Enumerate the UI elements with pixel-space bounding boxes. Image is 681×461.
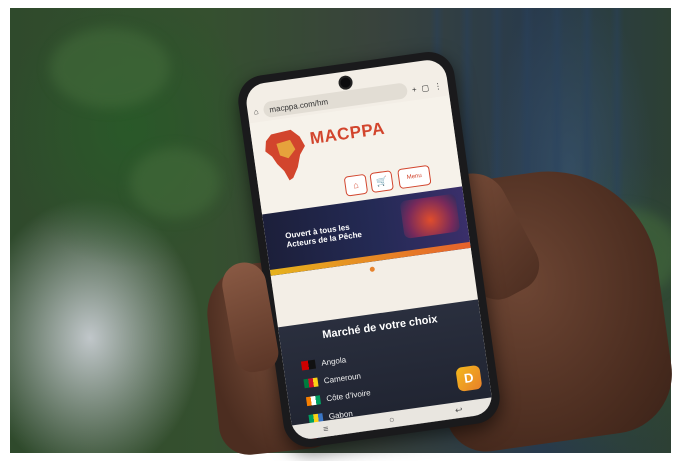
- plus-icon[interactable]: +: [411, 84, 417, 94]
- foliage: [130, 148, 220, 218]
- banner-headline: Ouvert à tous les Acteurs de la Pêche: [284, 222, 363, 250]
- africa-logo-icon: [265, 129, 305, 181]
- app-badge-icon[interactable]: D: [455, 364, 483, 392]
- url-text: macppa.com/hm: [268, 96, 329, 114]
- recents-icon[interactable]: ≡: [322, 423, 329, 434]
- carousel-dot-active[interactable]: [368, 265, 375, 272]
- home-button[interactable]: ⌂: [343, 173, 369, 197]
- tabs-icon[interactable]: ▢: [421, 83, 430, 93]
- more-vert-icon[interactable]: ⋮: [433, 81, 442, 91]
- home-nav-icon[interactable]: ○: [388, 414, 395, 425]
- country-name: Cameroun: [323, 370, 362, 386]
- market-section: Marché de votre choix Angola Cameroun Côte…: [277, 299, 494, 442]
- flag-icon: [303, 376, 319, 388]
- cart-icon: 🛒: [375, 175, 388, 187]
- foliage: [50, 28, 170, 108]
- brand-logo: MACPPA: [308, 118, 387, 149]
- country-name: Angola: [320, 354, 347, 368]
- flag-icon: [300, 359, 316, 370]
- home-icon[interactable]: ⌂: [253, 107, 259, 117]
- back-icon[interactable]: ↩: [454, 404, 463, 416]
- menu-button[interactable]: Menu: [397, 164, 432, 190]
- banner-image: [399, 193, 461, 239]
- country-name: Côte d'Ivoire: [325, 387, 372, 403]
- cart-button[interactable]: 🛒: [369, 170, 394, 194]
- phone-screen: ⌂ macppa.com/hm + ▢ ⋮ MACPPA ⌂ 🛒 Menu Ou…: [244, 57, 494, 442]
- home-icon: ⌂: [352, 179, 360, 191]
- menu-label: Menu: [406, 172, 423, 181]
- flag-icon: [305, 394, 321, 406]
